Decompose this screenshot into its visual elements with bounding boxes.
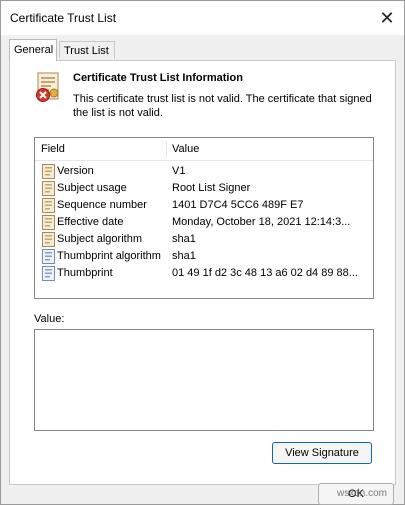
value-textbox[interactable] xyxy=(34,329,374,431)
row-field: Effective date xyxy=(57,216,124,228)
row-value: sha1 xyxy=(172,233,196,245)
list-row[interactable]: Subject usage Root List Signer xyxy=(35,180,373,197)
tab-trust-list[interactable]: Trust List xyxy=(59,41,115,59)
row-value: 01 49 1f d2 3c 48 13 a6 02 d4 89 88... xyxy=(172,267,358,279)
column-header-field[interactable]: Field xyxy=(41,143,65,155)
column-separator[interactable] xyxy=(166,141,167,157)
property-icon xyxy=(42,198,55,213)
row-field: Sequence number xyxy=(57,199,147,211)
property-icon xyxy=(42,164,55,179)
list-row[interactable]: Sequence number 1401 D7C4 5CC6 489F E7 xyxy=(35,197,373,214)
info-description: This certificate trust list is not valid… xyxy=(73,93,372,119)
dialog-window: Certificate Trust List ✕ General Trust L… xyxy=(0,0,405,505)
fields-list[interactable]: Field Value Version V1 Subject usage Roo… xyxy=(34,137,374,299)
list-row[interactable]: Subject algorithm sha1 xyxy=(35,231,373,248)
row-field: Thumbprint xyxy=(57,267,113,279)
row-value: V1 xyxy=(172,165,186,177)
view-signature-button[interactable]: View Signature xyxy=(272,442,372,464)
row-value: Monday, October 18, 2021 12:14:3... xyxy=(172,216,351,228)
property-icon xyxy=(42,215,55,230)
property-icon xyxy=(42,232,55,247)
row-field: Thumbprint algorithm xyxy=(57,250,161,262)
list-row[interactable]: Effective date Monday, October 18, 2021 … xyxy=(35,214,373,231)
title-bar: Certificate Trust List ✕ xyxy=(1,1,404,35)
general-tab-panel: Certificate Trust List Information This … xyxy=(9,60,396,485)
list-row[interactable]: Thumbprint 01 49 1f d2 3c 48 13 a6 02 d4… xyxy=(35,265,373,282)
extension-icon xyxy=(42,249,55,264)
info-title: Certificate Trust List Information xyxy=(73,72,243,84)
row-value: Root List Signer xyxy=(172,182,251,194)
column-header-value[interactable]: Value xyxy=(172,143,199,155)
list-row[interactable]: Thumbprint algorithm sha1 xyxy=(35,248,373,265)
property-icon xyxy=(42,181,55,196)
list-header: Field Value xyxy=(35,138,373,161)
close-icon: ✕ xyxy=(379,7,395,28)
value-label: Value: xyxy=(34,313,65,325)
close-button[interactable]: ✕ xyxy=(370,1,404,35)
row-value: sha1 xyxy=(172,250,196,262)
row-field: Subject algorithm xyxy=(57,233,142,245)
tab-general[interactable]: General xyxy=(9,39,57,61)
row-field: Subject usage xyxy=(57,182,127,194)
row-field: Version xyxy=(57,165,94,177)
list-row[interactable]: Version V1 xyxy=(35,163,373,180)
watermark: wsxdn.com xyxy=(337,488,388,499)
window-title: Certificate Trust List xyxy=(10,11,117,25)
extension-icon xyxy=(42,266,55,281)
row-value: 1401 D7C4 5CC6 489F E7 xyxy=(172,199,304,211)
certificate-error-icon xyxy=(36,72,59,102)
